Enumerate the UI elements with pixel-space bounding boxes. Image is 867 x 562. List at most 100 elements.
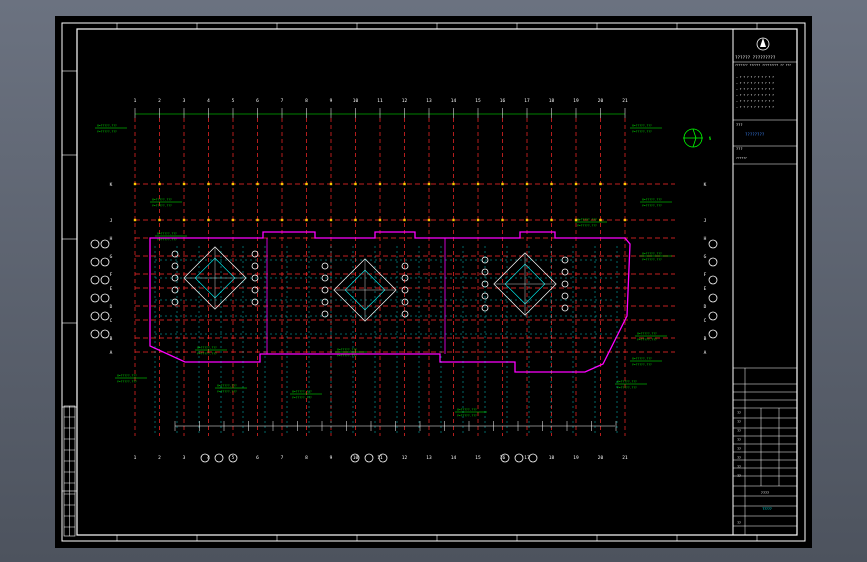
axis-node — [182, 218, 186, 222]
column-label-top: 10 — [353, 98, 359, 104]
coordinate-label: X=?????.??? — [97, 124, 117, 128]
column-label-bottom: 21 — [622, 455, 628, 461]
axis-node — [403, 218, 406, 222]
axis-bubble — [528, 453, 538, 463]
axis-node — [427, 182, 431, 186]
row-bubble — [100, 311, 110, 321]
column-label-top: 18 — [549, 98, 555, 104]
company-name: ?????? ????????? — [735, 55, 776, 60]
row-label-right: E — [704, 286, 707, 292]
approval-label: ?? — [737, 438, 741, 442]
row-bubble — [708, 239, 718, 249]
coordinate-label: X=?????.??? — [637, 332, 657, 336]
column-label-bottom: 11 — [377, 455, 383, 461]
row-label-left: C — [110, 318, 113, 324]
tb-note: — ? ? ? ? ? ? ? ? ? ? — [736, 87, 774, 91]
company-subtitle: ??????? ?????? ????????? ?? ??? — [735, 63, 791, 67]
column-label-bottom: 7 — [281, 455, 284, 461]
axis-node — [501, 182, 504, 186]
axis-node — [329, 218, 333, 222]
coordinate-label: X=?????.??? — [117, 374, 137, 378]
axis-node — [256, 218, 259, 222]
coordinate-label: Y=?????.??? — [637, 338, 657, 342]
axis-node — [133, 182, 137, 186]
column-label-top: 9 — [330, 98, 333, 104]
column-label-top: 11 — [377, 98, 383, 104]
row-bubble — [100, 329, 110, 339]
coordinate-label: Y=?????.??? — [457, 414, 477, 418]
coordinate-label: X=?????.??? — [642, 198, 662, 202]
row-label-left: F — [110, 272, 113, 278]
coordinate-label: Y=?????.??? — [577, 224, 597, 228]
axis-bubble — [364, 453, 374, 463]
column-label-bottom: 12 — [402, 455, 408, 461]
coordinate-label: Y=?????.??? — [197, 352, 217, 356]
axis-bubble — [214, 453, 224, 463]
row-bubble — [100, 293, 110, 303]
axis-node — [158, 182, 161, 186]
site-plan-drawing: ?????? ???????????????? ?????? ?????????… — [61, 22, 806, 542]
coordinate-label: X=?????.??? — [617, 380, 637, 384]
cad-viewport: ?????? ???????????????? ?????? ?????????… — [0, 0, 867, 562]
axis-node — [378, 182, 382, 186]
column-label-top: 16 — [500, 98, 506, 104]
axis-node — [452, 182, 455, 186]
row-label-right: K — [704, 182, 707, 188]
column-label-top: 2 — [158, 98, 161, 104]
row-label-right: C — [704, 318, 707, 324]
column-label-bottom: 3 — [183, 455, 186, 461]
coordinate-label: X=?????.??? — [632, 357, 652, 361]
coordinate-label: X=?????.??? — [642, 252, 662, 256]
axis-node — [133, 218, 137, 222]
row-bubble — [90, 329, 100, 339]
coordinate-label: X=?????.??? — [292, 390, 312, 394]
axis-node — [256, 182, 259, 186]
row-label-right: D — [704, 304, 707, 310]
coordinate-label: X=?????.??? — [337, 348, 357, 352]
column-bubble — [561, 304, 569, 312]
project-name: ???????? — [745, 132, 765, 137]
column-bubble — [321, 286, 329, 294]
column-bubble — [561, 280, 569, 288]
row-bubble — [90, 257, 100, 267]
footer-code: ????? — [762, 507, 772, 511]
scale-label: ?????? — [736, 156, 747, 160]
axis-node — [305, 182, 308, 186]
column-label-top: 13 — [426, 98, 432, 104]
axis-node — [329, 182, 333, 186]
tb-note: — ? ? ? ? ? ? ? ? ? ? — [736, 105, 774, 109]
axis-node — [158, 218, 161, 222]
tb-note: — ? ? ? ? ? ? ? ? ? ? — [736, 93, 774, 97]
column-label-top: 19 — [573, 98, 579, 104]
row-bubble — [90, 293, 100, 303]
column-label-top: 1 — [134, 98, 137, 104]
row-label-left: B — [110, 336, 113, 342]
outer-frame — [61, 22, 806, 542]
axis-node — [403, 182, 406, 186]
axis-node — [207, 218, 210, 222]
column-label-bottom: 1 — [134, 455, 137, 461]
row-bubble — [90, 275, 100, 285]
axis-node — [525, 218, 529, 222]
axis-node — [501, 218, 504, 222]
approval-label: ?? — [737, 456, 741, 460]
approval-label: ?? — [737, 429, 741, 433]
axis-node — [623, 182, 627, 186]
coordinate-label: Y=?????.??? — [292, 396, 312, 400]
coordinate-label: Y=?????.??? — [642, 204, 662, 208]
row-bubble — [708, 329, 718, 339]
row-label-left: A — [110, 350, 113, 356]
axis-node — [525, 182, 529, 186]
axis-node — [231, 218, 235, 222]
column-label-top: 12 — [402, 98, 408, 104]
axis-node — [550, 218, 553, 222]
column-label-bottom: 15 — [475, 455, 481, 461]
column-label-top: 21 — [622, 98, 628, 104]
north-arrow-icon — [683, 128, 703, 148]
axis-node — [207, 182, 210, 186]
column-bubble — [401, 262, 409, 270]
axis-node — [574, 182, 578, 186]
column-label-top: 14 — [451, 98, 457, 104]
axis-bubble — [514, 453, 524, 463]
column-label-top: 4 — [207, 98, 210, 104]
